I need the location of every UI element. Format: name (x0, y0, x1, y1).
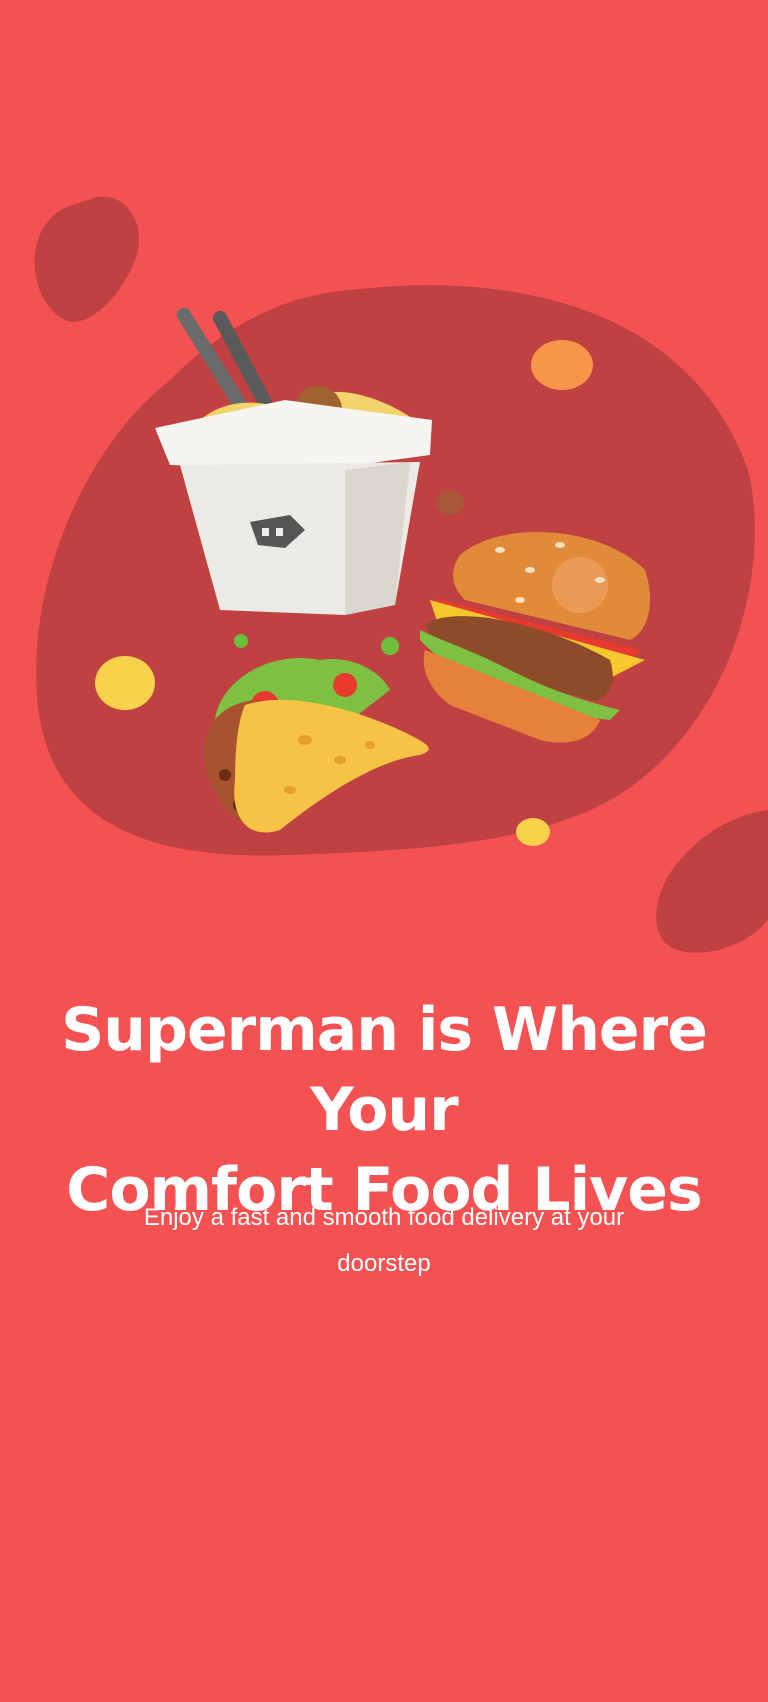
green-dot-2 (381, 637, 399, 655)
headline-line-1: Superman is Where Your (61, 995, 708, 1145)
decor-blob-bottom-right (656, 810, 768, 953)
orange-dot (531, 340, 593, 390)
subtitle-line-2: doorstep (337, 1250, 431, 1277)
food-illustration (34, 196, 768, 953)
green-dot-1 (234, 634, 248, 648)
headline: Superman is Where Your Comfort Food Live… (0, 990, 768, 1230)
brown-dot (436, 491, 464, 515)
subtitle: Enjoy a fast and smooth food delivery at… (0, 1195, 768, 1287)
decor-blob-top-left (34, 196, 139, 322)
yellow-dot-left (95, 656, 155, 710)
yellow-dot-bottom (516, 818, 550, 846)
subtitle-line-1: Enjoy a fast and smooth food delivery at… (143, 1204, 625, 1231)
onboarding-screen: Superman is Where Your Comfort Food Live… (0, 0, 768, 1702)
